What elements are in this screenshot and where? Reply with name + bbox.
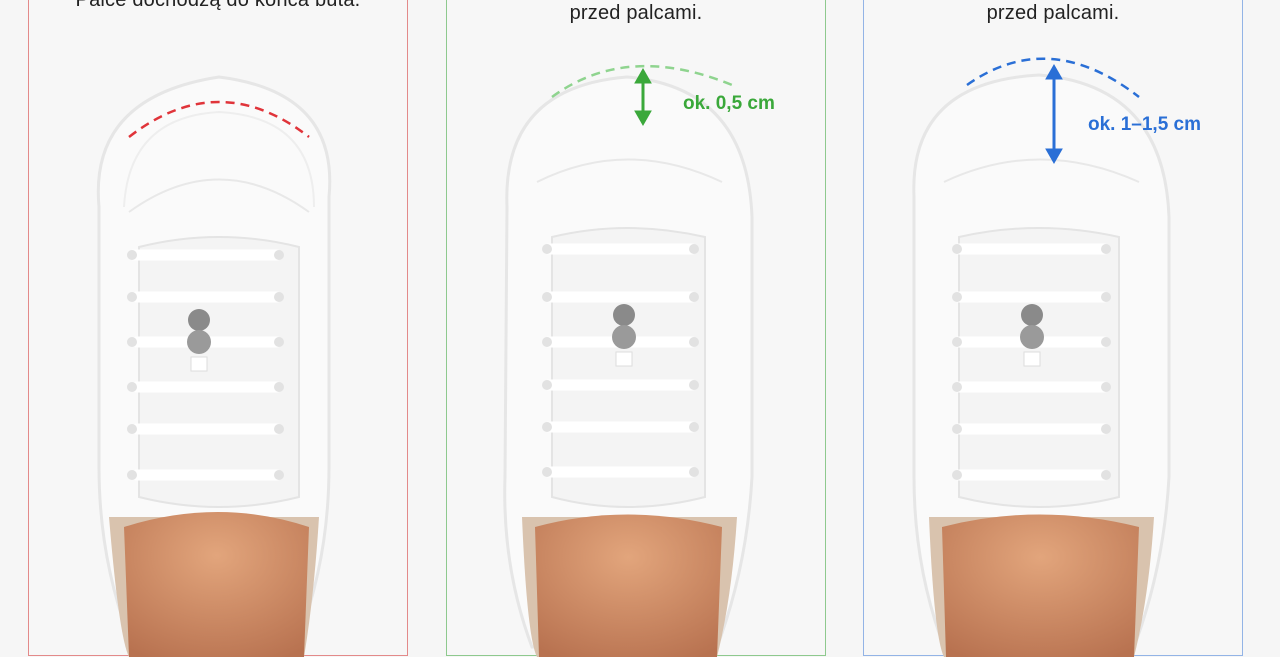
bear-charm [187, 309, 211, 372]
fit-panel-roomy: przed palcami. ok. 1–1,5 cm [863, 0, 1243, 657]
measurement-label: ok. 0,5 cm [683, 93, 775, 114]
fit-panel-ideal: przed palcami. ok. 0,5 cm [446, 0, 826, 657]
bear-charm [1020, 304, 1044, 367]
sneaker-photo [912, 57, 1171, 657]
measurement-label: ok. 1–1,5 cm [1088, 114, 1202, 135]
bear-charm [612, 304, 636, 367]
sneaker-photo [96, 75, 332, 657]
fit-panel-tight: Palce dochodzą do końca buta. [28, 0, 408, 657]
